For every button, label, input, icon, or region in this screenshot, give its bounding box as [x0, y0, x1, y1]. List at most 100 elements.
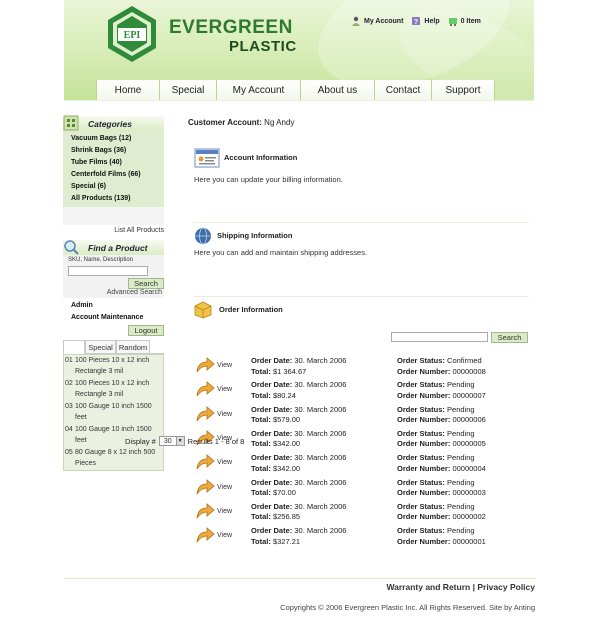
shipping-info-text: Here you can add and maintain shipping a…: [194, 248, 368, 257]
category-vacuum-bags[interactable]: Vacuum Bags (12): [71, 133, 164, 145]
nav-special[interactable]: Special: [159, 80, 216, 100]
display-count-value: 30: [163, 437, 172, 445]
order-status-label: Order Status:: [397, 453, 445, 463]
warranty-link[interactable]: Warranty and Return: [386, 582, 470, 592]
order-search-input[interactable]: [391, 332, 488, 342]
list-item[interactable]: 02 100 Pieces 10 x 12 inch Rectangle 3 mi…: [64, 378, 163, 401]
view-order-link[interactable]: View: [217, 508, 232, 515]
list-item[interactable]: 03 100 Gauge 10 inch 1500 feet: [64, 401, 163, 424]
order-status: Pending: [447, 477, 475, 487]
list-all-products-link[interactable]: List All Products: [63, 225, 164, 237]
order-row[interactable]: View Order Date: 30. March 2006 Total: $80…: [195, 380, 525, 404]
view-order-link[interactable]: View: [217, 459, 232, 466]
order-status-label: Order Status:: [397, 356, 445, 365]
order-date-label: Order Date:: [251, 501, 293, 511]
view-arrow-icon[interactable]: [195, 356, 215, 374]
product-number: 04: [65, 426, 73, 433]
order-total-label: Total:: [251, 390, 271, 400]
nav-home[interactable]: Home: [96, 80, 159, 100]
category-all-products[interactable]: All Products (139): [71, 193, 164, 205]
order-row[interactable]: View Order Date: 30. March 2006 Total: $34…: [195, 429, 525, 453]
product-name: 80 Gauge 8 x 12 inch 500 Pieces: [75, 449, 156, 467]
tab-special[interactable]: Special: [85, 340, 116, 354]
category-shrink-bags[interactable]: Shrink Bags (36): [71, 145, 164, 157]
order-row[interactable]: View Order Date: 30. March 2006 Total: $1 …: [195, 356, 525, 380]
shipping-info-title[interactable]: Shipping Information: [217, 231, 292, 240]
view-arrow-icon[interactable]: [195, 502, 215, 520]
customer-label: Customer Account:: [188, 118, 262, 127]
epi-logo[interactable]: EPI: [102, 4, 162, 64]
order-number: 00000008: [452, 366, 486, 376]
account-info-title[interactable]: Account Information: [224, 153, 297, 162]
order-status: Pending: [447, 404, 475, 414]
tab-blank[interactable]: [63, 340, 85, 354]
help-label: Help: [424, 17, 440, 25]
section-divider: [194, 296, 529, 297]
nav-contact[interactable]: Contact: [374, 80, 431, 100]
order-date-total: Order Date: 30. March 2006 Total: $327.21: [251, 526, 391, 547]
logout-button[interactable]: Logout: [128, 325, 164, 336]
order-number: 00000002: [452, 512, 486, 522]
privacy-link[interactable]: Privacy Policy: [477, 582, 535, 592]
my-account-link[interactable]: My Account: [351, 16, 403, 26]
display-label: Display #: [125, 436, 156, 446]
product-number: 05: [65, 449, 73, 456]
package-icon[interactable]: [194, 301, 212, 319]
results-text: Results 1 - 8 of 8: [187, 436, 245, 446]
find-product-header: Find a Product: [63, 240, 164, 255]
find-product-title: Find a Product: [88, 242, 148, 253]
order-date-total: Order Date: 30. March 2006 Total: $256.85: [251, 502, 391, 523]
view-arrow-icon[interactable]: [195, 453, 215, 471]
nav-my-account[interactable]: My Account: [216, 80, 300, 100]
nav-support[interactable]: Support: [431, 80, 495, 100]
advanced-search-link[interactable]: Advanced Search: [68, 289, 164, 296]
sidebar-search-input[interactable]: [68, 266, 148, 276]
order-status-number: Order Status: Confirmed Order Number: 000…: [397, 356, 537, 377]
order-date: 30. March 2006: [294, 404, 347, 414]
order-status-label: Order Status:: [397, 428, 445, 438]
order-row[interactable]: View Order Date: 30. March 2006 Total: $34…: [195, 453, 525, 477]
view-arrow-icon[interactable]: [195, 478, 215, 496]
copyright: Copyrights © 2006 Evergreen Plastic Inc.…: [280, 603, 535, 612]
order-row[interactable]: View Order Date: 30. March 2006 Total: $70…: [195, 478, 525, 502]
footer-divider: [64, 578, 536, 579]
order-status: Pending: [447, 501, 475, 511]
order-number: 00000003: [452, 488, 486, 497]
order-row[interactable]: View Order Date: 30. March 2006 Total: $25…: [195, 502, 525, 526]
view-order-link[interactable]: View: [217, 532, 232, 539]
tab-random[interactable]: Random: [116, 340, 150, 354]
globe-icon[interactable]: [194, 227, 212, 245]
admin-link[interactable]: Admin: [63, 300, 164, 312]
view-order-link[interactable]: View: [217, 362, 232, 369]
product-name: 100 Pieces 10 x 12 inch Rectangle 3 mil: [75, 357, 150, 375]
list-item[interactable]: 01 100 Pieces 10 x 12 inch Rectangle 3 mi…: [64, 355, 163, 378]
account-info-icon[interactable]: [194, 148, 220, 168]
order-date-total: Order Date: 30. March 2006 Total: $70.00: [251, 478, 391, 499]
category-tube-films[interactable]: Tube Films (40): [71, 157, 164, 169]
order-total-label: Total:: [251, 512, 271, 522]
product-number: 03: [65, 403, 73, 410]
order-total-label: Total:: [251, 366, 271, 376]
order-total: $1 364.67: [272, 366, 307, 376]
order-total-label: Total:: [251, 439, 271, 449]
cart-link[interactable]: 0 Item: [448, 16, 481, 26]
nav-about-us[interactable]: About us: [300, 80, 374, 100]
display-count-select[interactable]: 30 ▼: [158, 436, 185, 446]
view-order-link[interactable]: View: [217, 411, 232, 418]
view-arrow-icon[interactable]: [195, 380, 215, 398]
view-arrow-icon[interactable]: [195, 405, 215, 423]
order-status: Pending: [447, 428, 475, 438]
order-row[interactable]: View Order Date: 30. March 2006 Total: $57…: [195, 405, 525, 429]
view-order-link[interactable]: View: [217, 386, 232, 393]
view-arrow-icon[interactable]: [195, 526, 215, 544]
order-date: 30. March 2006: [294, 356, 347, 365]
order-search-button[interactable]: Search: [491, 332, 528, 343]
help-link[interactable]: ? Help: [411, 16, 440, 26]
order-row[interactable]: View Order Date: 30. March 2006 Total: $32…: [195, 526, 525, 550]
list-item[interactable]: 05 80 Gauge 8 x 12 inch 500 Pieces: [64, 447, 163, 470]
account-maintenance-link[interactable]: Account Maintenance: [63, 312, 164, 324]
category-special[interactable]: Special (6): [71, 181, 164, 193]
sidebar-search-button[interactable]: Search: [128, 278, 164, 289]
view-order-link[interactable]: View: [217, 484, 232, 491]
category-centerfold-films[interactable]: Centerfold Films (66): [71, 169, 164, 181]
